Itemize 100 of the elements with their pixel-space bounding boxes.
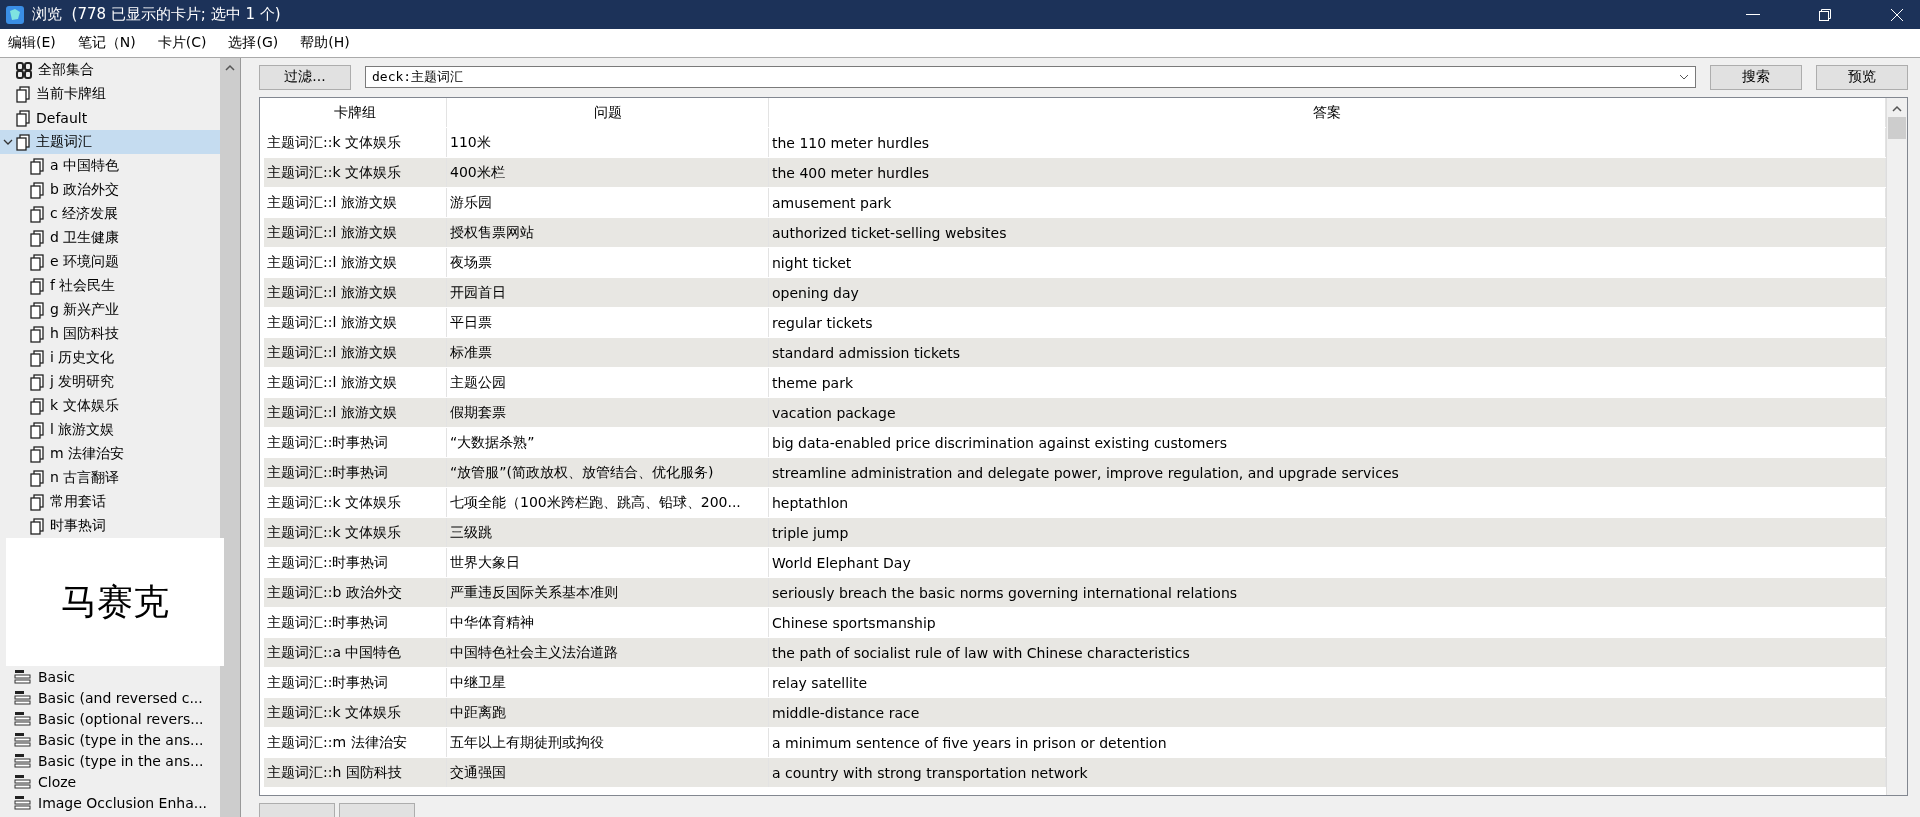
sidebar-item[interactable]: n 古言翻译 [0,466,220,490]
sidebar-item[interactable]: a 中国特色 [0,154,220,178]
table-cell: 中继卫星 [447,668,769,697]
sidebar-item[interactable]: Basic (type in the ans... [0,729,220,750]
sidebar-item[interactable]: Cloze [0,771,220,792]
sidebar-item[interactable]: h 国防科技 [0,322,220,346]
table-cell: 七项全能（100米跨栏跑、跳高、铅球、200... [447,488,769,517]
table-cell: 五年以上有期徒刑或拘役 [447,728,769,757]
card-stack-icon [16,109,30,127]
sidebar-item[interactable]: d 卫生健康 [0,226,220,250]
sidebar-item[interactable]: m 法律治安 [0,442,220,466]
sidebar-item[interactable]: Image Occlusion Enha... [0,792,220,813]
column-header[interactable]: 卡牌组 [264,98,447,127]
dropdown-caret-icon[interactable] [1679,74,1689,80]
sidebar-item[interactable]: j 发明研究 [0,370,220,394]
app-icon [6,5,24,24]
table-cell: 夜场票 [447,248,769,277]
filter-button[interactable]: 过滤... [259,64,351,90]
table-cell: 主题词汇::k 文体娱乐 [264,158,447,187]
table-cell: 三级跳 [447,518,769,547]
sidebar-item[interactable]: i 历史文化 [0,346,220,370]
table-cell: 主题词汇::l 旅游文娱 [264,398,447,427]
card-stack-icon [30,181,44,199]
restore-icon [1819,8,1831,21]
note-type-icon [14,669,32,684]
table-cell: 400米栏 [447,158,769,187]
scroll-up-icon[interactable] [1892,105,1902,113]
table-cell: 严重违反国际关系基本准则 [447,578,769,607]
table-cell: 主题公园 [447,368,769,397]
table-cell: “大数据杀熟” [447,428,769,457]
scroll-up-icon[interactable] [225,64,235,72]
collection-icon [16,61,32,79]
sidebar-item[interactable]: 主题词汇 [0,130,220,154]
table-cell: 主题词汇::k 文体娱乐 [264,698,447,727]
table-cell: 主题词汇::a 中国特色 [264,638,447,667]
sidebar-item[interactable]: f 社会民生 [0,274,220,298]
preview-button[interactable]: 预览 [1816,64,1908,90]
card-stack-icon [30,373,44,391]
sidebar-item[interactable]: l 旅游文娱 [0,418,220,442]
sidebar-item[interactable]: g 新兴产业 [0,298,220,322]
sidebar-item[interactable]: Default [0,106,220,130]
table-cell: 世界大象日 [447,548,769,577]
search-combobox[interactable]: deck:主题词汇 [365,66,1696,88]
table-cell: 主题词汇::时事热词 [264,608,447,637]
search-button[interactable]: 搜索 [1710,64,1802,90]
sidebar-item[interactable]: e 环境问题 [0,250,220,274]
table-cell: 中华体育精神 [447,608,769,637]
table-cell: 主题词汇::b 政治外交 [264,578,447,607]
table-cell: 主题词汇::l 旅游文娱 [264,248,447,277]
table-cell: 交通强国 [447,758,769,787]
table-cell: 110米 [447,128,769,157]
menu-item[interactable]: 编辑(E) [8,34,56,52]
card-stack-icon [30,277,44,295]
card-stack-icon [30,421,44,439]
menu-item[interactable]: 笔记（N) [77,34,136,52]
card-stack-icon [30,517,44,535]
sidebar-item[interactable]: 当前卡牌组 [0,82,220,106]
scrollbar-thumb[interactable] [1888,117,1906,139]
card-stack-icon [30,445,44,463]
sidebar-item[interactable]: b 政治外交 [0,178,220,202]
menu-item[interactable]: 帮助(H) [300,34,350,52]
menu-item[interactable]: 选择(G) [228,34,279,52]
note-type-icon [14,753,32,768]
table-cell: 假期套票 [447,398,769,427]
card-stack-icon [30,325,44,343]
sidebar-item[interactable]: 全部集合 [0,58,220,82]
table-cell: 主题词汇::k 文体娱乐 [264,488,447,517]
chevron-icon[interactable] [3,137,13,147]
sidebar-item[interactable]: 常用套话 [0,490,220,514]
sidebar-item[interactable]: Basic (optional revers... [0,708,220,729]
sidebar-item[interactable]: Basic [0,666,220,687]
card-stack-icon [30,157,44,175]
sidebar-item[interactable]: 时事热词 [0,514,220,538]
note-type-icon [14,711,32,726]
sidebar-item[interactable]: Basic (and reversed c... [0,687,220,708]
card-stack-icon [30,397,44,415]
table-cell: 主题词汇::l 旅游文娱 [264,338,447,367]
table-cell: 标准票 [447,338,769,367]
note-type-icon [14,732,32,747]
table-cell: 游乐园 [447,188,769,217]
table-cell: 授权售票网站 [447,218,769,247]
sidebar-item[interactable]: k 文体娱乐 [0,394,220,418]
sidebar-item[interactable]: Basic (type in the ans... [0,750,220,771]
card-stack-icon [30,349,44,367]
note-type-icon [14,795,32,810]
minimize-icon [1746,13,1760,16]
card-stack-icon [30,205,44,223]
card-stack-icon [16,133,30,151]
menu-item[interactable]: 卡片(C) [157,34,207,52]
card-stack-icon [30,301,44,319]
table-cell: 主题词汇::k 文体娱乐 [264,518,447,547]
column-header[interactable]: 问题 [447,98,769,127]
table-cell: 开园首日 [447,278,769,307]
sidebar-item[interactable]: c 经济发展 [0,202,220,226]
card-stack-icon [30,253,44,271]
table-cell: 主题词汇::l 旅游文娱 [264,368,447,397]
table-cell: 主题词汇::时事热词 [264,428,447,457]
table-cell: 主题词汇::l 旅游文娱 [264,278,447,307]
table-cell: 主题词汇::时事热词 [264,548,447,577]
table-cell: “放管服”(简政放权、放管结合、优化服务) [447,458,769,487]
